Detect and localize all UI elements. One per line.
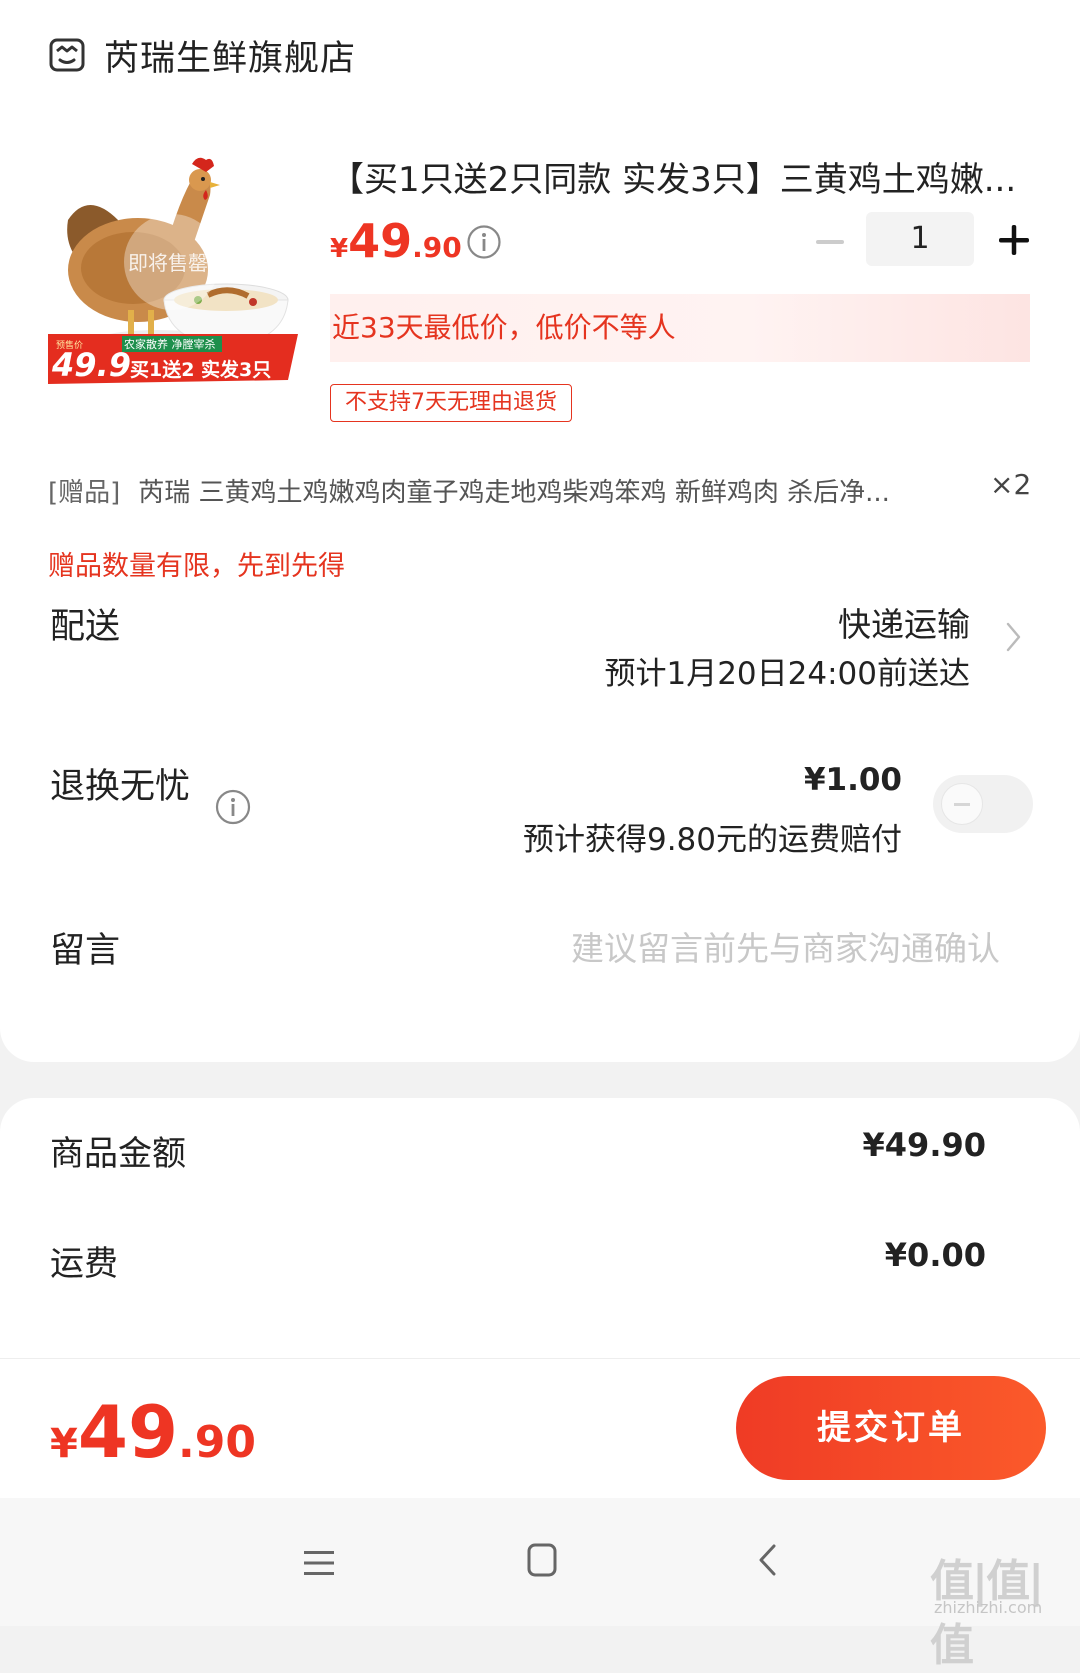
total-price: ¥49.90: [50, 1390, 256, 1474]
image-slogan: 农家散养 净膛宰杀: [124, 337, 216, 351]
delivery-label: 配送: [50, 607, 121, 647]
total-integer: 49: [77, 1390, 179, 1474]
price-currency: ¥: [330, 234, 349, 264]
return-policy-tag: 不支持7天无理由退货: [330, 384, 572, 422]
gift-item[interactable]: [赠品] 芮瑞 三黄鸡土鸡嫩鸡肉童子鸡走地鸡柴鸡笨鸡 新鲜鸡肉 杀后净...: [48, 472, 978, 509]
image-price: 49.9: [51, 346, 131, 384]
info-icon[interactable]: [466, 224, 502, 260]
decrease-quantity-button[interactable]: [810, 222, 850, 262]
shipping-fee-label: 运费: [50, 1244, 118, 1284]
total-currency: ¥: [50, 1421, 78, 1467]
back-icon[interactable]: [756, 1542, 778, 1578]
shipping-fee-value: ¥0.00: [884, 1236, 986, 1274]
watermark-url: zhizhizhi.com: [934, 1598, 1043, 1617]
lowest-price-banner: 近33天最低价，低价不等人: [330, 294, 1030, 362]
submit-order-button[interactable]: 提交订单: [736, 1376, 1046, 1480]
delivery-eta: 预计1月20日24:00前送达: [604, 656, 970, 692]
chevron-right-icon[interactable]: [1004, 620, 1024, 654]
product-image[interactable]: 即将售罄 农家散养 净膛宰杀 预售价 49.9 买1送2 实发3只: [48, 150, 298, 400]
chicken-illustration: 即将售罄 农家散养 净膛宰杀 预售价 49.9 买1送2 实发3只: [48, 150, 298, 400]
image-promo: 买1送2 实发3只: [130, 358, 271, 381]
product-title[interactable]: 【买1只送2只同款 实发3只】三黄鸡土鸡嫩...: [330, 152, 1030, 201]
return-insurance-price: ¥1.00: [803, 762, 902, 798]
goods-amount-value: ¥49.90: [862, 1126, 986, 1164]
menu-icon[interactable]: [302, 1548, 336, 1578]
image-watermark-text: 即将售罄: [128, 251, 208, 275]
increase-quantity-button[interactable]: [996, 222, 1032, 258]
message-input[interactable]: 建议留言前先与商家沟通确认: [571, 922, 1000, 970]
quantity-input[interactable]: 1: [866, 212, 974, 266]
gift-tag: [赠品]: [48, 478, 121, 508]
price-decimal: .90: [412, 231, 462, 264]
return-insurance-toggle[interactable]: [933, 775, 1033, 833]
product-price: ¥49.90: [330, 214, 462, 268]
toggle-knob: [941, 783, 983, 825]
info-icon[interactable]: [214, 788, 252, 826]
goods-amount-label: 商品金额: [50, 1134, 186, 1174]
return-insurance-label: 退换无忧: [50, 767, 191, 807]
price-integer: 49: [348, 214, 413, 268]
store-name[interactable]: 芮瑞生鲜旗舰店: [104, 30, 356, 81]
return-insurance-note: 预计获得9.80元的运费赔付: [522, 822, 902, 858]
gift-title: 芮瑞 三黄鸡土鸡嫩鸡肉童子鸡走地鸡柴鸡笨鸡 新鲜鸡肉 杀后净...: [138, 478, 890, 508]
gift-notice: 赠品数量有限，先到先得: [48, 551, 345, 582]
message-label: 留言: [50, 931, 121, 971]
total-decimal: .90: [178, 1417, 256, 1468]
gift-quantity: ×2: [990, 468, 1032, 501]
store-icon: [49, 38, 85, 72]
delivery-method[interactable]: 快递运输: [838, 598, 970, 646]
home-icon[interactable]: [526, 1542, 558, 1578]
